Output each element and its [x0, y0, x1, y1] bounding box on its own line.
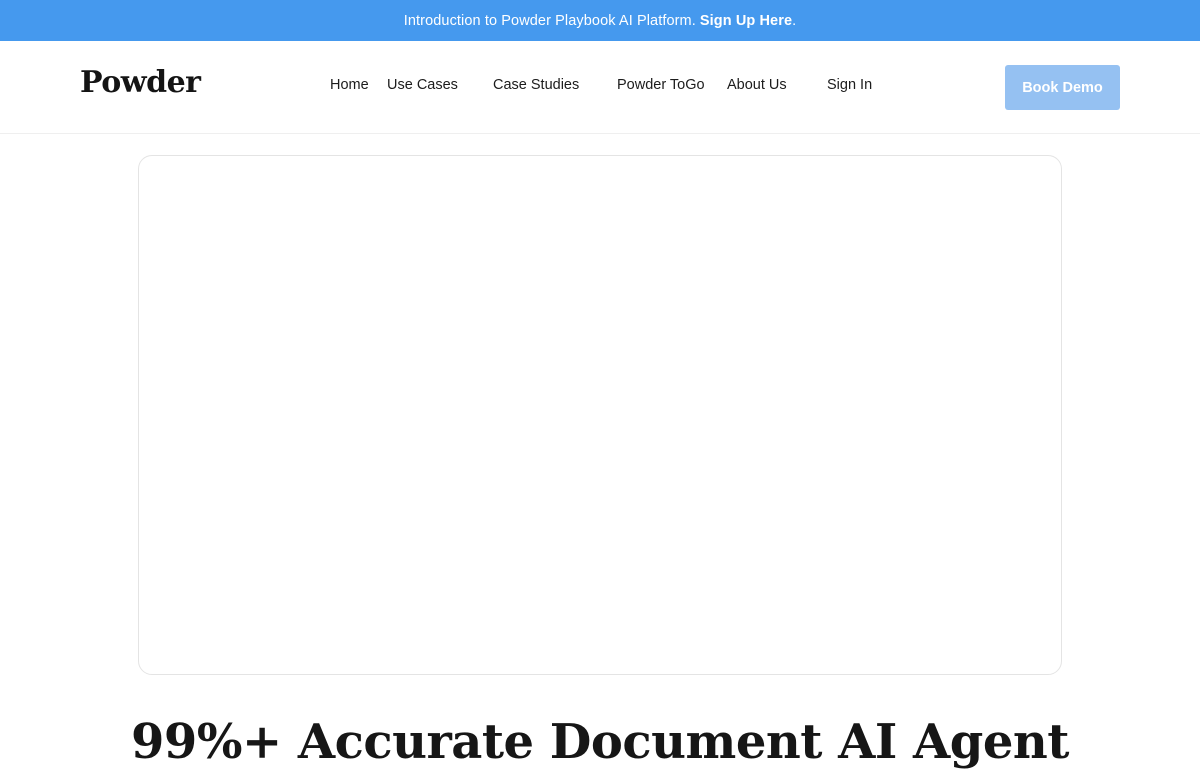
sign-up-link[interactable]: Sign Up Here: [700, 13, 792, 29]
nav-case-studies[interactable]: Case Studies: [493, 77, 579, 93]
site-header: Powder Home Use Cases Case Studies Powde…: [0, 41, 1200, 134]
announcement-bar: Introduction to Powder Playbook AI Platf…: [0, 0, 1200, 41]
logo[interactable]: Powder: [80, 65, 201, 100]
nav-home[interactable]: Home: [330, 77, 369, 93]
nav-about-us[interactable]: About Us: [727, 77, 787, 93]
hero-media-frame: [138, 155, 1062, 675]
nav-sign-in[interactable]: Sign In: [827, 77, 872, 93]
announcement-period: .: [792, 12, 797, 29]
announcement-text: Introduction to Powder Playbook AI Platf…: [403, 12, 696, 29]
hero-title: 99%+ Accurate Document AI Agent: [131, 714, 1069, 770]
nav-powder-togo[interactable]: Powder ToGo: [617, 77, 705, 93]
nav-use-cases[interactable]: Use Cases: [387, 77, 458, 93]
book-demo-button[interactable]: Book Demo: [1005, 65, 1120, 110]
